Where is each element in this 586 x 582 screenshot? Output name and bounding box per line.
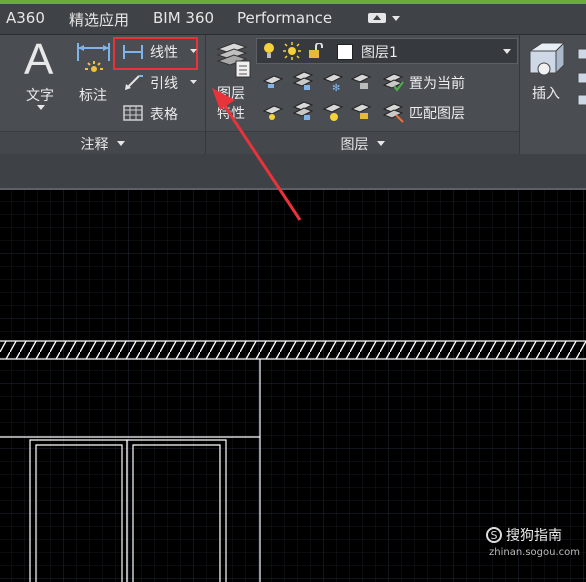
annotation-arrow [212,88,302,221]
watermark-brand-text: 搜狗指南 [506,528,562,544]
watermark-url: zhinan.sogou.com [489,547,581,558]
watermark-brand: S 搜狗指南 [486,525,562,545]
sogou-logo-icon: S [486,527,502,543]
